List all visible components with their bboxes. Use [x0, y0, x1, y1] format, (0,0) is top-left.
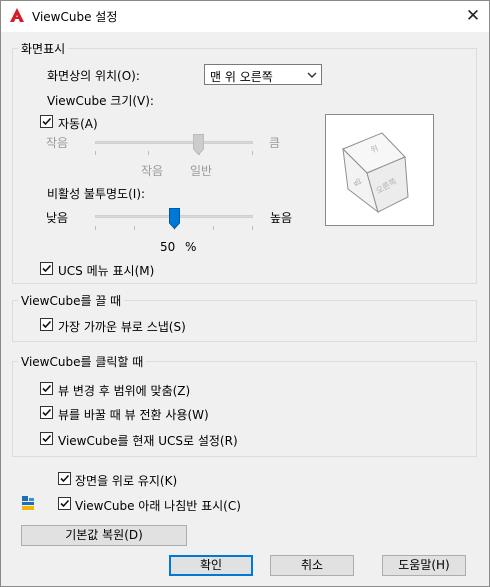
snap-label: 가장 가까운 뷰로 스냅(S): [58, 320, 186, 334]
title-bar: ViewCube 설정 ✕: [0, 0, 490, 32]
check-icon: [42, 384, 52, 393]
transition-checkbox[interactable]: [40, 406, 53, 419]
help-button[interactable]: 도움말(H): [382, 555, 466, 576]
size-min-label: 작음: [46, 136, 69, 150]
opacity-max-label: 높음: [270, 211, 293, 225]
viewcube-icon: 위 앞 오른쪽: [342, 132, 409, 214]
auto-size-label: 자동(A): [58, 117, 98, 131]
size-tick-small-label: 작음: [141, 164, 164, 178]
opacity-tick: [252, 226, 253, 230]
size-tick: [252, 151, 253, 155]
opacity-min-label: 낮음: [46, 211, 69, 225]
autocad-app-icon: [10, 8, 24, 22]
opacity-tick: [95, 226, 96, 230]
snap-checkbox[interactable]: [40, 318, 53, 331]
position-label: 화면상의 위치(O):: [47, 69, 140, 83]
size-label: ViewCube 크기(V):: [47, 94, 154, 108]
size-max-label: 큼: [269, 136, 281, 150]
show-compass-checkbox[interactable]: [58, 497, 71, 510]
ucs-menu-checkbox[interactable]: [40, 262, 53, 275]
opacity-slider-thumb[interactable]: [169, 208, 180, 229]
check-icon: [60, 499, 70, 508]
restore-defaults-button[interactable]: 기본값 복원(D): [21, 525, 187, 546]
ucs-orient-checkbox[interactable]: [40, 432, 53, 445]
position-value: 맨 위 오른쪽: [210, 70, 273, 84]
opacity-value: 50: [160, 240, 176, 254]
size-slider-track: [95, 141, 253, 144]
check-icon: [42, 434, 52, 443]
cancel-button[interactable]: 취소: [270, 555, 354, 576]
drag-group-title: ViewCube를 끌 때: [18, 292, 125, 309]
check-icon: [42, 408, 52, 417]
keep-upright-label: 장면을 위로 유지(K): [75, 474, 178, 488]
size-tick: [95, 151, 96, 155]
position-dropdown[interactable]: 맨 위 오른쪽: [204, 64, 322, 85]
check-icon: [60, 474, 70, 483]
size-slider-thumb[interactable]: [193, 134, 204, 155]
close-icon[interactable]: ✕: [462, 6, 484, 26]
check-icon: [42, 117, 52, 126]
ucs-orient-label: ViewCube를 현재 UCS로 설정(R): [58, 434, 238, 448]
chevron-down-icon: [307, 72, 317, 78]
fit-checkbox[interactable]: [40, 382, 53, 395]
ucs-menu-label: UCS 메뉴 표시(M): [58, 264, 155, 278]
opacity-label: 비활성 불투명도(I):: [47, 187, 146, 201]
window-title: ViewCube 설정: [32, 10, 118, 24]
show-compass-label: ViewCube 아래 나침반 표시(C): [75, 499, 241, 513]
keep-upright-checkbox[interactable]: [58, 472, 71, 485]
compass-info-icon: [22, 496, 34, 510]
transition-label: 뷰를 바꿀 때 뷰 전환 사용(W): [58, 408, 209, 422]
ok-button[interactable]: 확인: [169, 555, 253, 576]
size-tick-normal-label: 일반: [190, 164, 213, 178]
click-group-title: ViewCube를 클릭할 때: [18, 353, 147, 370]
check-icon: [42, 320, 52, 329]
opacity-tick: [134, 226, 135, 230]
check-icon: [42, 264, 52, 273]
fit-label: 뷰 변경 후 범위에 맞춤(Z): [58, 384, 191, 398]
opacity-tick: [213, 226, 214, 230]
opacity-unit: %: [185, 240, 197, 254]
viewcube-preview: 위 앞 오른쪽: [325, 114, 434, 226]
auto-size-checkbox[interactable]: [40, 115, 53, 128]
display-group-title: 화면표시: [18, 40, 69, 57]
size-tick: [148, 151, 149, 155]
